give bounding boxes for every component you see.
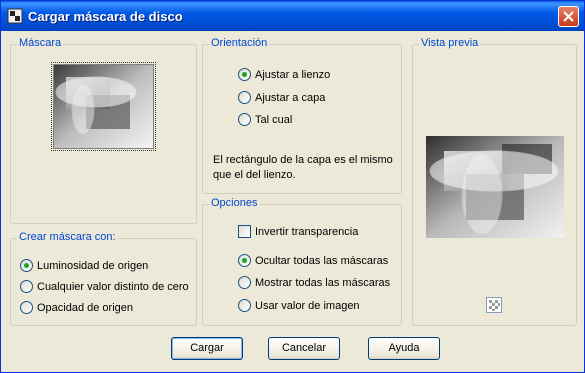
radio-label: Ajustar a lienzo: [255, 69, 331, 81]
radio-label: Ajustar a capa: [255, 92, 326, 104]
mascara-legend: Máscara: [17, 37, 64, 49]
opciones-legend: Opciones: [209, 197, 260, 209]
vista-previa-legend: Vista previa: [419, 37, 481, 49]
opciones-group: Opciones Invertir transparencia Ocultar …: [202, 197, 402, 326]
radio-button[interactable]: [238, 299, 251, 312]
cargar-button[interactable]: Cargar: [171, 337, 243, 360]
radio-button[interactable]: [238, 276, 251, 289]
checkerboard-icon: [487, 298, 501, 312]
mascara-group: Máscara: [10, 37, 197, 224]
radio-label: Opacidad de origen: [37, 302, 134, 314]
mask-thumbnail-image: [54, 65, 153, 148]
crear-mascara-group: Crear máscara con: Luminosidad de origen…: [10, 231, 197, 326]
window-title: Cargar máscara de disco: [28, 9, 183, 24]
radio-label: Usar valor de imagen: [255, 300, 360, 312]
vista-previa-group: Vista previa: [412, 37, 577, 326]
radio-label: Tal cual: [255, 114, 293, 126]
checkbox-label: Invertir transparencia: [255, 226, 359, 238]
close-button[interactable]: [558, 6, 579, 27]
mask-thumbnail[interactable]: [51, 62, 156, 151]
dialog-client: Máscara Crear máscara con: Luminosidad d…: [4, 31, 581, 370]
radio-button[interactable]: [20, 301, 33, 314]
orientacion-note: El rectángulo de la capa es el mismo que…: [213, 154, 393, 181]
radio-button-selected[interactable]: [238, 68, 251, 81]
crear-mascara-legend: Crear máscara con:: [17, 231, 118, 243]
preview-background-button[interactable]: [486, 297, 502, 313]
checkbox[interactable]: [238, 225, 251, 238]
app-icon: [7, 8, 23, 24]
dialog-window: Cargar máscara de disco Máscara Crear má…: [0, 0, 585, 373]
radio-button[interactable]: [238, 113, 251, 126]
radio-button[interactable]: [238, 91, 251, 104]
radio-label: Ocultar todas las máscaras: [255, 255, 389, 267]
ayuda-button[interactable]: Ayuda: [368, 337, 440, 360]
radio-label: Luminosidad de origen: [37, 260, 149, 272]
radio-button-selected[interactable]: [238, 254, 251, 267]
orientacion-legend: Orientación: [209, 37, 270, 49]
title-bar[interactable]: Cargar máscara de disco: [1, 1, 584, 31]
preview-image: [426, 136, 564, 238]
radio-button[interactable]: [20, 280, 33, 293]
radio-button-selected[interactable]: [20, 259, 33, 272]
cancelar-button[interactable]: Cancelar: [268, 337, 340, 360]
radio-label: Mostrar todas las máscaras: [255, 277, 391, 289]
close-icon: [563, 11, 574, 22]
radio-label: Cualquier valor distinto de cero: [37, 281, 189, 293]
orientacion-group: Orientación Ajustar a lienzo Ajustar a c…: [202, 37, 402, 194]
